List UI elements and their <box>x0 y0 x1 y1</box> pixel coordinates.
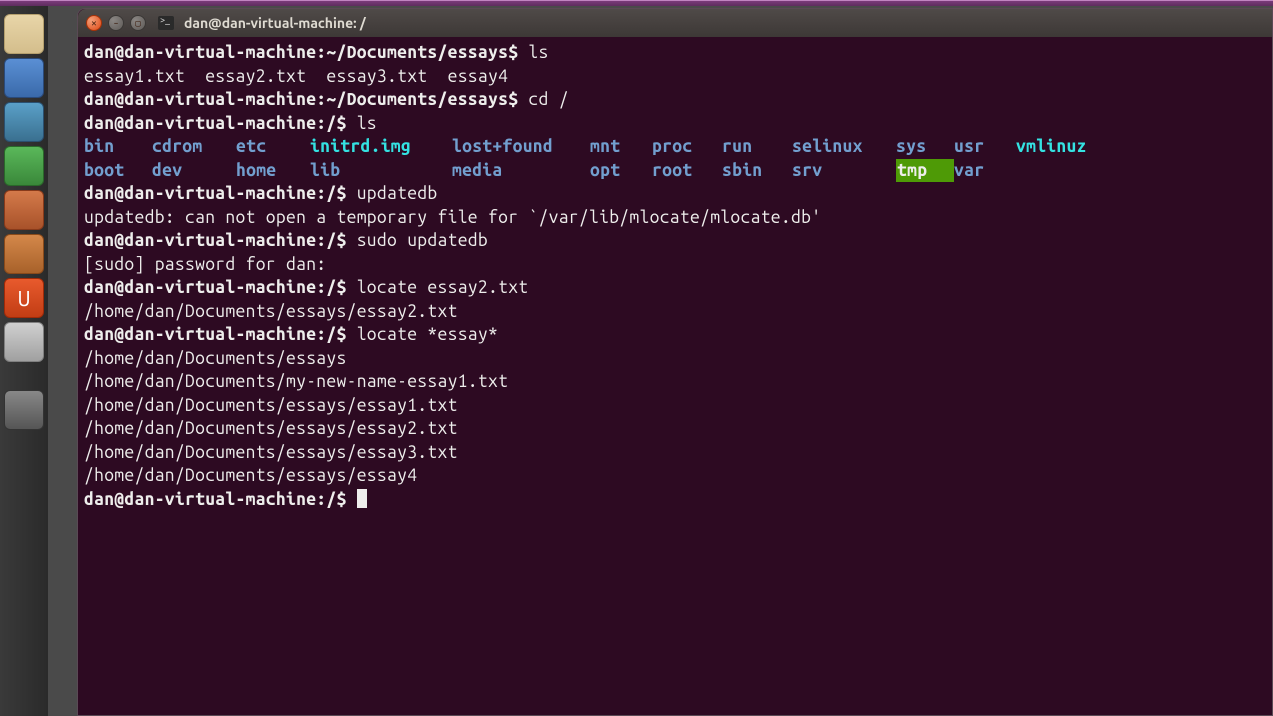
prompt: dan@dan-virtual-machine:/$ <box>84 278 347 297</box>
output-line: /home/dan/Documents/essays/essay2.txt <box>84 417 1266 441</box>
prompt: dan@dan-virtual-machine:/$ <box>84 114 347 133</box>
ls-entry: dev <box>152 159 236 183</box>
window-title: dan@dan-virtual-machine: / <box>184 15 366 31</box>
prompt: dan@dan-virtual-machine:/$ <box>84 184 347 203</box>
ls-entry: cdrom <box>152 135 236 159</box>
ls-entry: srv <box>792 159 896 183</box>
command-text: updatedb <box>347 184 438 203</box>
command-text: locate essay2.txt <box>347 278 529 297</box>
ls-entry: lost+found <box>452 135 590 159</box>
terminal-window: ✕ – ▢ dan@dan-virtual-machine: / dan@dan… <box>77 8 1273 716</box>
close-icon[interactable]: ✕ <box>86 15 102 31</box>
calc-icon[interactable] <box>4 146 44 186</box>
output-line: updatedb: can not open a temporary file … <box>84 206 1266 230</box>
prompt: dan@dan-virtual-machine:/$ <box>84 231 347 250</box>
writer-icon[interactable] <box>4 102 44 142</box>
prompt: dan@dan-virtual-machine:~/Documents/essa… <box>84 43 518 62</box>
ls-entry: usr <box>954 135 1016 159</box>
output-line: /home/dan/Documents/essays <box>84 347 1266 371</box>
output-line: /home/dan/Documents/essays/essay4 <box>84 464 1266 488</box>
output-line: [sudo] password for dan: <box>84 253 1266 277</box>
ls-entry: vmlinuz <box>1016 135 1266 159</box>
output-line: /home/dan/Documents/essays/essay1.txt <box>84 394 1266 418</box>
command-text: ls <box>347 114 377 133</box>
output-line: /home/dan/Documents/my-new-name-essay1.t… <box>84 370 1266 394</box>
ls-entry: selinux <box>792 135 896 159</box>
minimize-icon[interactable]: – <box>108 15 124 31</box>
firefox-icon[interactable] <box>4 58 44 98</box>
ls-entry: var <box>954 159 1016 183</box>
desktop-top-panel <box>0 0 1273 6</box>
command-text: cd / <box>518 90 569 109</box>
ls-entry: sys <box>896 135 954 159</box>
cursor <box>357 489 367 508</box>
command-text: locate *essay* <box>347 325 499 344</box>
ls-entry: etc <box>236 135 310 159</box>
prompt: dan@dan-virtual-machine:/$ <box>84 325 347 344</box>
command-text: ls <box>518 43 548 62</box>
maximize-icon[interactable]: ▢ <box>130 15 146 31</box>
ls-entry: run <box>722 135 792 159</box>
command-text: sudo updatedb <box>347 231 488 250</box>
ls-entry: initrd.img <box>310 135 452 159</box>
files-icon[interactable] <box>4 14 44 54</box>
ls-entry <box>1016 159 1266 183</box>
ls-entry: root <box>652 159 722 183</box>
ls-entry: sbin <box>722 159 792 183</box>
output-line: essay1.txt essay2.txt essay3.txt essay4 <box>84 65 1266 89</box>
window-titlebar[interactable]: ✕ – ▢ dan@dan-virtual-machine: / <box>78 9 1272 37</box>
impress-icon[interactable] <box>4 190 44 230</box>
ls-entry: mnt <box>590 135 652 159</box>
prompt: dan@dan-virtual-machine:/$ <box>84 490 347 509</box>
prompt: dan@dan-virtual-machine:~/Documents/essa… <box>84 90 518 109</box>
ls-entry: proc <box>652 135 722 159</box>
terminal-output[interactable]: dan@dan-virtual-machine:~/Documents/essa… <box>78 37 1272 515</box>
ls-entry: home <box>236 159 310 183</box>
output-line: /home/dan/Documents/essays/essay3.txt <box>84 441 1266 465</box>
software-icon[interactable] <box>4 234 44 274</box>
ls-entry: tmp <box>896 159 954 183</box>
output-line: /home/dan/Documents/essays/essay2.txt <box>84 300 1266 324</box>
ubuntu-icon[interactable]: U <box>4 278 44 318</box>
ls-entry: media <box>452 159 590 183</box>
terminal-app-icon <box>158 16 174 30</box>
ls-entry: opt <box>590 159 652 183</box>
ls-entry: bin <box>84 135 152 159</box>
trash-icon[interactable] <box>4 390 44 430</box>
unity-launcher: U <box>0 6 48 716</box>
settings-icon[interactable] <box>4 322 44 362</box>
ls-entry: boot <box>84 159 152 183</box>
ls-entry: lib <box>310 159 452 183</box>
